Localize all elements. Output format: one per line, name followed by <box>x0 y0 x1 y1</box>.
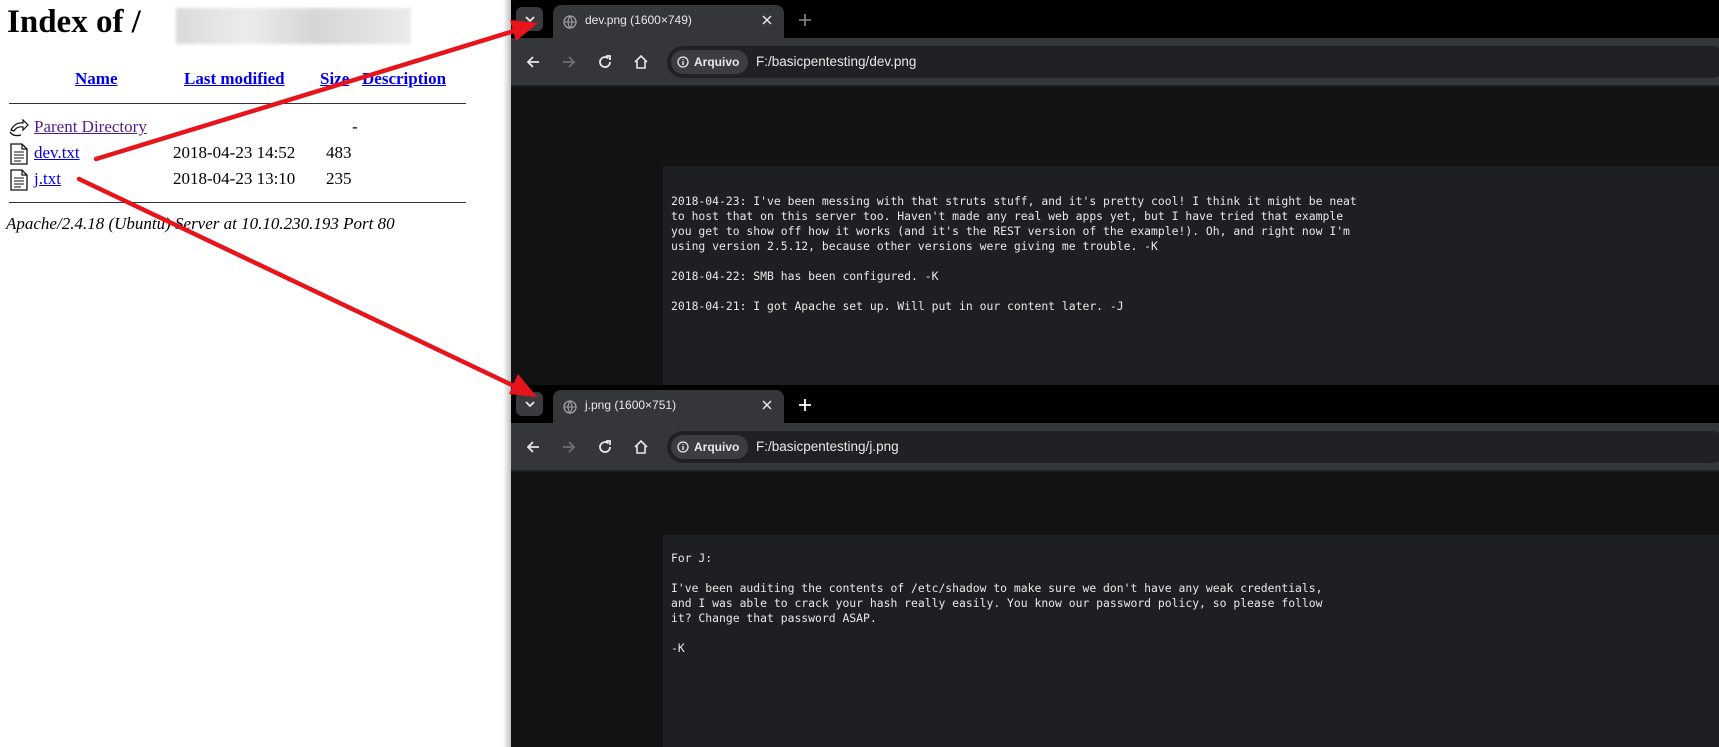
browser-window-j-png: j.png (1600×751) Arquivo F:/basicpentest… <box>511 385 1719 747</box>
arrow-left-icon <box>526 441 539 453</box>
browser-toolbar: Arquivo F:/basicpentesting/j.png <box>511 423 1719 471</box>
tab-j-png[interactable]: j.png (1600×751) <box>553 390 784 423</box>
close-icon <box>762 15 772 25</box>
plus-icon <box>799 399 811 411</box>
page-viewport: 2018-04-23: I've been messing with that … <box>511 87 1719 385</box>
divider <box>9 202 466 203</box>
browser-toolbar: Arquivo F:/basicpentesting/dev.png <box>511 38 1719 86</box>
site-info-chip[interactable]: Arquivo <box>671 50 748 74</box>
window-shadow <box>503 0 511 747</box>
home-button[interactable] <box>629 50 653 74</box>
address-bar[interactable]: Arquivo F:/basicpentesting/j.png <box>667 431 1719 463</box>
globe-icon <box>563 400 577 414</box>
globe-icon <box>563 15 577 29</box>
column-header-name[interactable]: Name <box>75 69 117 89</box>
close-tab-button[interactable] <box>758 396 776 414</box>
image-content: For J: I've been auditing the contents o… <box>663 535 1719 747</box>
close-icon <box>762 400 772 410</box>
size-value: 235 <box>326 169 352 188</box>
tab-dev-png[interactable]: dev.png (1600×749) <box>553 5 784 38</box>
column-header-last-modified[interactable]: Last modified <box>184 69 285 89</box>
back-button[interactable] <box>521 435 545 459</box>
column-header-description[interactable]: Description <box>362 69 446 89</box>
home-icon <box>634 439 648 454</box>
file-link-j-txt[interactable]: j.txt <box>34 169 61 189</box>
page-title: Index of / <box>7 4 141 40</box>
back-arrow-icon <box>9 118 29 137</box>
new-tab-button[interactable] <box>794 9 816 31</box>
size-value: 483 <box>326 143 352 162</box>
text-file-icon <box>10 143 28 165</box>
address-bar[interactable]: Arquivo F:/basicpentesting/dev.png <box>667 46 1719 78</box>
page-viewport: For J: I've been auditing the contents o… <box>511 472 1719 747</box>
tab-strip: j.png (1600×751) <box>511 385 1719 423</box>
modified-value: 2018-04-23 14:52 <box>173 143 296 162</box>
chevron-down-icon <box>524 401 535 408</box>
chevron-down-icon <box>524 16 535 23</box>
redacted-path <box>176 8 411 44</box>
url-text[interactable]: F:/basicpentesting/j.png <box>756 439 899 454</box>
forward-button[interactable] <box>557 50 581 74</box>
home-button[interactable] <box>629 435 653 459</box>
info-icon <box>677 56 689 68</box>
browser-window-dev-png: dev.png (1600×749) Arquivo F:/basicpente… <box>511 0 1719 385</box>
modified-value: 2018-04-23 13:10 <box>173 169 296 188</box>
home-icon <box>634 54 648 69</box>
reload-icon <box>599 55 611 68</box>
arrow-right-icon <box>563 441 576 453</box>
reload-button[interactable] <box>593 435 617 459</box>
file-link-dev-txt[interactable]: dev.txt <box>34 143 80 163</box>
url-text[interactable]: F:/basicpentesting/dev.png <box>756 54 916 69</box>
parent-directory-link[interactable]: Parent Directory <box>34 117 147 137</box>
divider <box>9 103 466 104</box>
security-label: Arquivo <box>694 55 740 69</box>
tab-title: dev.png (1600×749) <box>585 13 692 27</box>
column-header-size[interactable]: Size <box>320 69 349 89</box>
new-tab-button[interactable] <box>794 394 816 416</box>
directory-listing: Index of / Name Last modified Size Descr… <box>0 0 511 747</box>
reload-button[interactable] <box>593 50 617 74</box>
back-button[interactable] <box>521 50 545 74</box>
plus-icon <box>799 14 811 26</box>
server-signature: Apache/2.4.18 (Ubuntu) Server at 10.10.2… <box>6 214 395 233</box>
tab-strip: dev.png (1600×749) <box>511 0 1719 38</box>
forward-button[interactable] <box>557 435 581 459</box>
info-icon <box>677 441 689 453</box>
arrow-right-icon <box>563 56 576 68</box>
tab-title: j.png (1600×751) <box>585 398 677 412</box>
close-tab-button[interactable] <box>758 11 776 29</box>
note-text: 2018-04-23: I've been messing with that … <box>671 194 1357 313</box>
size-value: - <box>352 117 358 136</box>
reload-icon <box>599 440 611 453</box>
arrow-left-icon <box>526 56 539 68</box>
image-content: 2018-04-23: I've been messing with that … <box>663 166 1719 385</box>
site-info-chip[interactable]: Arquivo <box>671 435 748 459</box>
tab-search-button[interactable] <box>516 392 543 416</box>
security-label: Arquivo <box>694 440 740 454</box>
text-file-icon <box>10 169 28 191</box>
note-text: For J: I've been auditing the contents o… <box>671 551 1323 655</box>
tab-search-button[interactable] <box>516 7 543 31</box>
